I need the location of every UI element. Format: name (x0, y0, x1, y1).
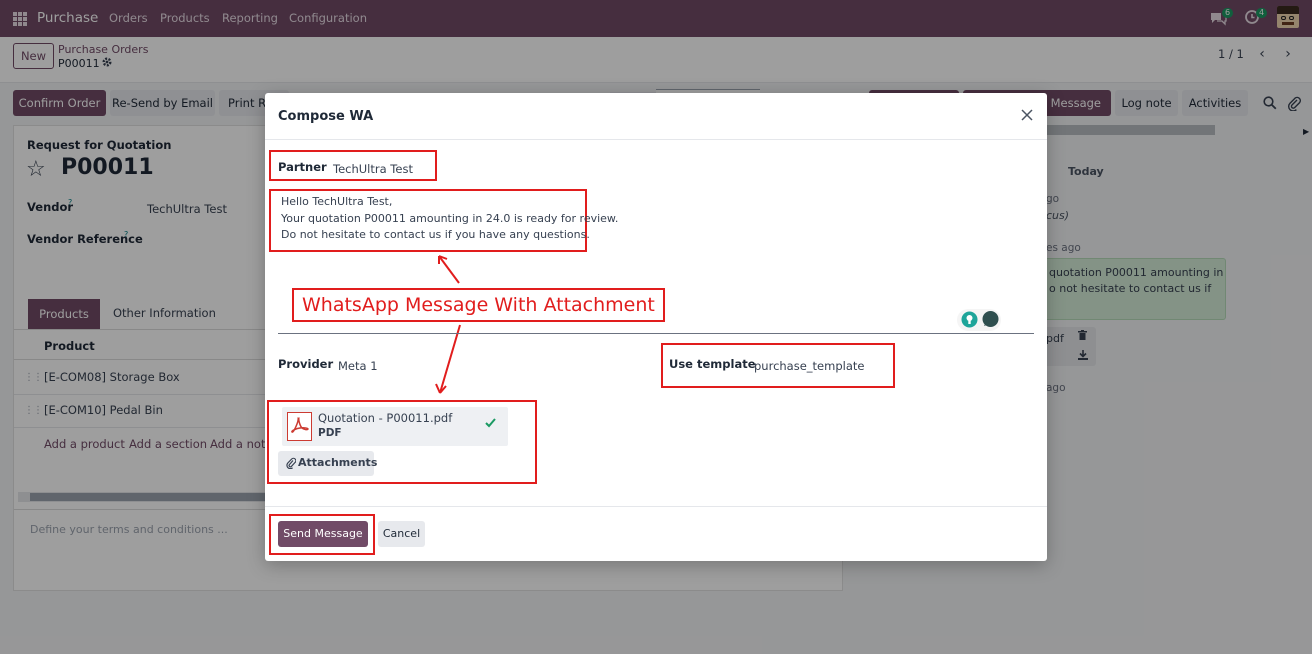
cancel-button[interactable]: Cancel (378, 521, 425, 547)
template-label: Use template (669, 357, 756, 371)
close-icon[interactable] (1020, 108, 1034, 125)
attachments-button[interactable]: Attachments (278, 451, 378, 476)
chat-bubble-icon[interactable] (981, 310, 1000, 332)
send-message-button[interactable]: Send Message (278, 521, 368, 547)
header-divider (265, 139, 1047, 140)
paperclip-icon (286, 457, 297, 472)
template-value[interactable]: purchase_template (754, 359, 864, 373)
provider-value[interactable]: Meta 1 (338, 359, 378, 373)
check-icon (485, 417, 496, 431)
provider-label: Provider (278, 357, 334, 371)
annotation-arrows (435, 255, 461, 394)
attachments-button-label: Attachments (298, 456, 378, 469)
pdf-icon (287, 412, 312, 441)
attachment-name: Quotation - P00011.pdf (318, 411, 453, 425)
attachment-card[interactable]: Quotation - P00011.pdf PDF (282, 407, 508, 446)
partner-value[interactable]: TechUltra Test (333, 162, 413, 176)
annotation-label: WhatsApp Message With Attachment (302, 294, 655, 316)
partner-label: Partner (278, 160, 327, 174)
body-underline (278, 333, 1034, 334)
compose-wa-dialog: Compose WA Partner TechUltra Test Hello … (265, 93, 1047, 561)
message-body-line[interactable]: Hello TechUltra Test, (281, 195, 392, 208)
ai-bulb-icon[interactable] (961, 311, 978, 331)
attachment-type: PDF (318, 427, 342, 439)
message-body-line[interactable]: Your quotation P00011 amounting in 24.0 … (281, 212, 618, 225)
dialog-title: Compose WA (278, 109, 374, 124)
footer-divider (265, 506, 1047, 507)
message-body-line[interactable]: Do not hesitate to contact us if you hav… (281, 228, 590, 241)
